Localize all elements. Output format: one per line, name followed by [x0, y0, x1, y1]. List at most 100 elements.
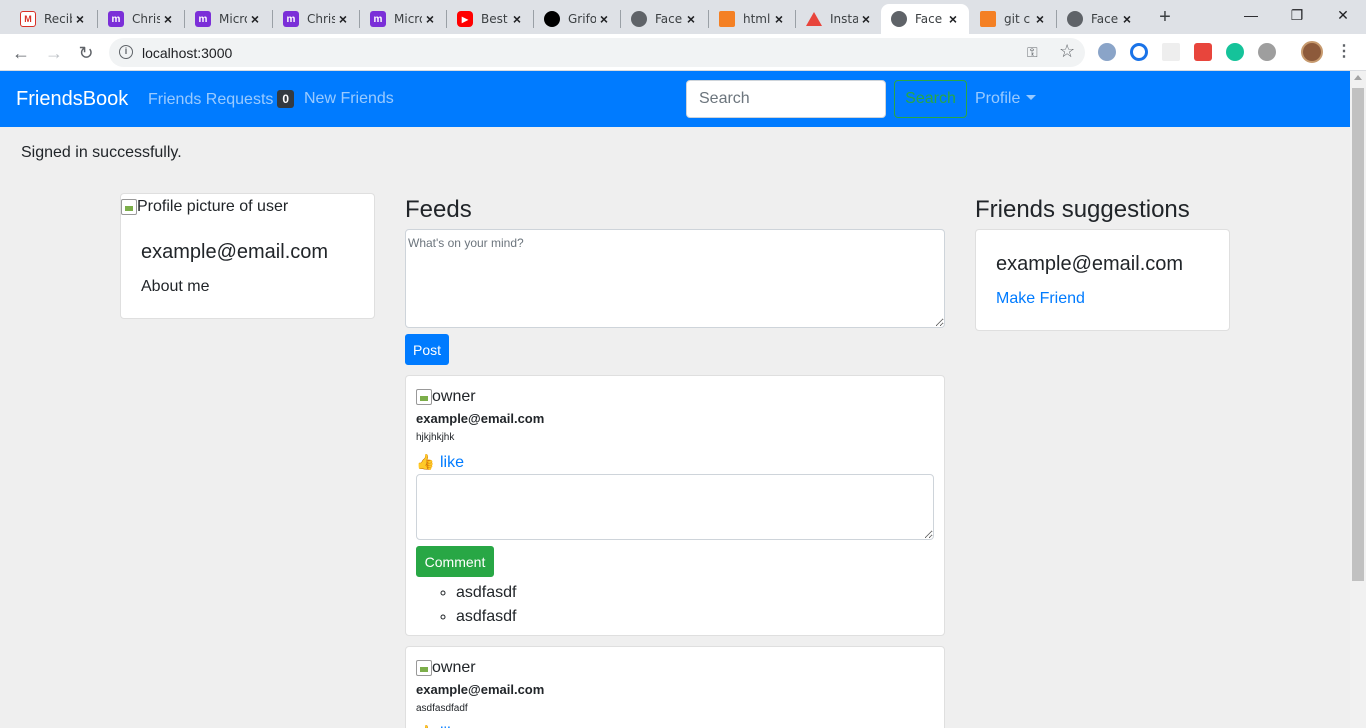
close-icon[interactable]: × [683, 11, 699, 27]
profile-dropdown[interactable]: Profile [975, 90, 1037, 108]
browser-tab[interactable]: Face × [1057, 4, 1143, 34]
page-navbar: FriendsBook Friends Requests 0 New Friend… [0, 71, 1350, 127]
make-friend-link[interactable]: Make Friend [996, 290, 1085, 308]
suggestion-card: example@email.com Make Friend [975, 229, 1230, 331]
profile-email: example@email.com [141, 241, 329, 263]
scroll-up-icon[interactable] [1354, 75, 1362, 80]
about-me-label: About me [141, 278, 210, 295]
comment-list: asdfasdf asdfasdf [456, 581, 516, 629]
profile-label: Profile [975, 90, 1021, 107]
key-icon[interactable]: ⚿ [1027, 44, 1038, 61]
m-icon: m [283, 11, 299, 27]
browser-tab[interactable]: m Micro × [185, 4, 271, 34]
close-icon[interactable]: × [247, 11, 263, 27]
post-owner: example@email.com [416, 682, 545, 697]
thumbs-up-icon[interactable]: 👍 [416, 454, 435, 472]
comment-textarea[interactable] [416, 474, 934, 540]
globe-icon [1067, 11, 1083, 27]
owner-image: owner [416, 659, 476, 677]
post-body: asdfasdfadf [416, 703, 468, 714]
youtube-icon: ▶ [457, 11, 473, 27]
close-icon[interactable]: × [771, 11, 787, 27]
post-textarea[interactable] [405, 229, 945, 328]
browser-tab[interactable]: m Micro × [360, 4, 446, 34]
close-icon[interactable]: × [858, 11, 874, 27]
bug-icon[interactable] [1258, 43, 1276, 61]
extension-icon[interactable] [1194, 43, 1212, 61]
info-icon[interactable]: i [119, 45, 133, 59]
close-window-button[interactable]: ✕ [1320, 0, 1366, 30]
bookmark-star-icon[interactable]: ☆ [1059, 41, 1075, 62]
like-link[interactable]: like [440, 454, 464, 472]
close-icon[interactable]: × [72, 11, 88, 27]
forward-button[interactable]: → [40, 39, 68, 67]
profile-card: Profile picture of user example@email.co… [120, 193, 375, 319]
minimize-button[interactable]: — [1228, 0, 1274, 30]
close-icon[interactable]: × [596, 11, 612, 27]
caret-down-icon [1026, 95, 1037, 100]
browser-tab[interactable]: ▶ Best × [447, 4, 533, 34]
search-button[interactable]: Search [894, 80, 967, 118]
feeds-title: Feeds [405, 196, 472, 223]
flash-notice: Signed in successfully. [21, 144, 182, 161]
extension-icon[interactable] [1098, 43, 1116, 61]
stackoverflow-icon [719, 11, 735, 27]
browser-tab[interactable]: m Chris × [273, 4, 359, 34]
github-icon [544, 11, 560, 27]
close-icon[interactable]: × [945, 11, 961, 27]
post-button[interactable]: Post [405, 334, 449, 365]
avatar[interactable] [1301, 41, 1323, 63]
triangle-icon [806, 12, 822, 26]
browser-tab[interactable]: m Chris × [98, 4, 184, 34]
search-input[interactable] [686, 80, 886, 118]
url-text[interactable]: localhost:3000 [142, 45, 232, 61]
extension-icon[interactable] [1162, 43, 1180, 61]
close-icon[interactable]: × [422, 11, 438, 27]
broken-image-icon [416, 389, 432, 405]
close-icon[interactable]: × [335, 11, 351, 27]
owner-image: owner [416, 388, 476, 406]
browser-tab-active[interactable]: Face × [881, 4, 969, 34]
browser-tab[interactable]: html × [709, 4, 795, 34]
new-friends-link[interactable]: New Friends [304, 90, 394, 108]
grammarly-icon[interactable] [1226, 43, 1244, 61]
menu-icon[interactable]: ⋮ [1336, 41, 1352, 61]
scrollbar-thumb[interactable] [1352, 88, 1364, 581]
address-bar[interactable]: i localhost:3000 ⚿ ☆ [109, 38, 1085, 67]
close-icon[interactable]: × [509, 11, 525, 27]
reload-button[interactable]: ↻ [72, 39, 100, 67]
close-icon[interactable]: × [1032, 11, 1048, 27]
friend-requests-badge: 0 [277, 90, 295, 108]
close-icon[interactable]: × [160, 11, 176, 27]
post-owner: example@email.com [416, 411, 545, 426]
gmail-icon: M [20, 11, 36, 27]
back-button[interactable]: ← [7, 39, 35, 67]
feed-post: owner example@email.com asdfasdfadf 👍 li… [405, 646, 945, 728]
browser-tab[interactable]: Face × [621, 4, 707, 34]
comment-button[interactable]: Comment [416, 546, 494, 577]
m-icon: m [108, 11, 124, 27]
new-tab-button[interactable]: + [1152, 6, 1178, 28]
globe-icon [891, 11, 907, 27]
broken-image-icon [121, 199, 137, 215]
stackoverflow-icon [980, 11, 996, 27]
feed-post: owner example@email.com hjkjhkjhk 👍 like… [405, 375, 945, 636]
m-icon: m [370, 11, 386, 27]
browser-tab[interactable]: M Recib × [10, 4, 96, 34]
m-icon: m [195, 11, 211, 27]
friend-requests-link[interactable]: Friends Requests 0 [148, 90, 295, 109]
globe-icon [631, 11, 647, 27]
like-row: 👍 like [416, 454, 464, 472]
brand-link[interactable]: FriendsBook [16, 88, 128, 111]
close-icon[interactable]: × [1119, 11, 1135, 27]
suggestions-title: Friends suggestions [975, 196, 1190, 223]
restore-button[interactable]: ❐ [1274, 0, 1320, 30]
browser-tabstrip: M Recib × m Chris × m Micro × m Chris × … [0, 0, 1366, 34]
browser-tab[interactable]: git c × [970, 4, 1056, 34]
browser-tab[interactable]: Grifo × [534, 4, 620, 34]
extension-icon[interactable] [1130, 43, 1148, 61]
suggestion-email: example@email.com [996, 253, 1184, 275]
browser-toolbar: ← → ↻ i localhost:3000 ⚿ ☆ ⋮ [0, 34, 1366, 71]
profile-picture: Profile picture of user [121, 198, 288, 216]
browser-tab[interactable]: Insta × [796, 4, 882, 34]
